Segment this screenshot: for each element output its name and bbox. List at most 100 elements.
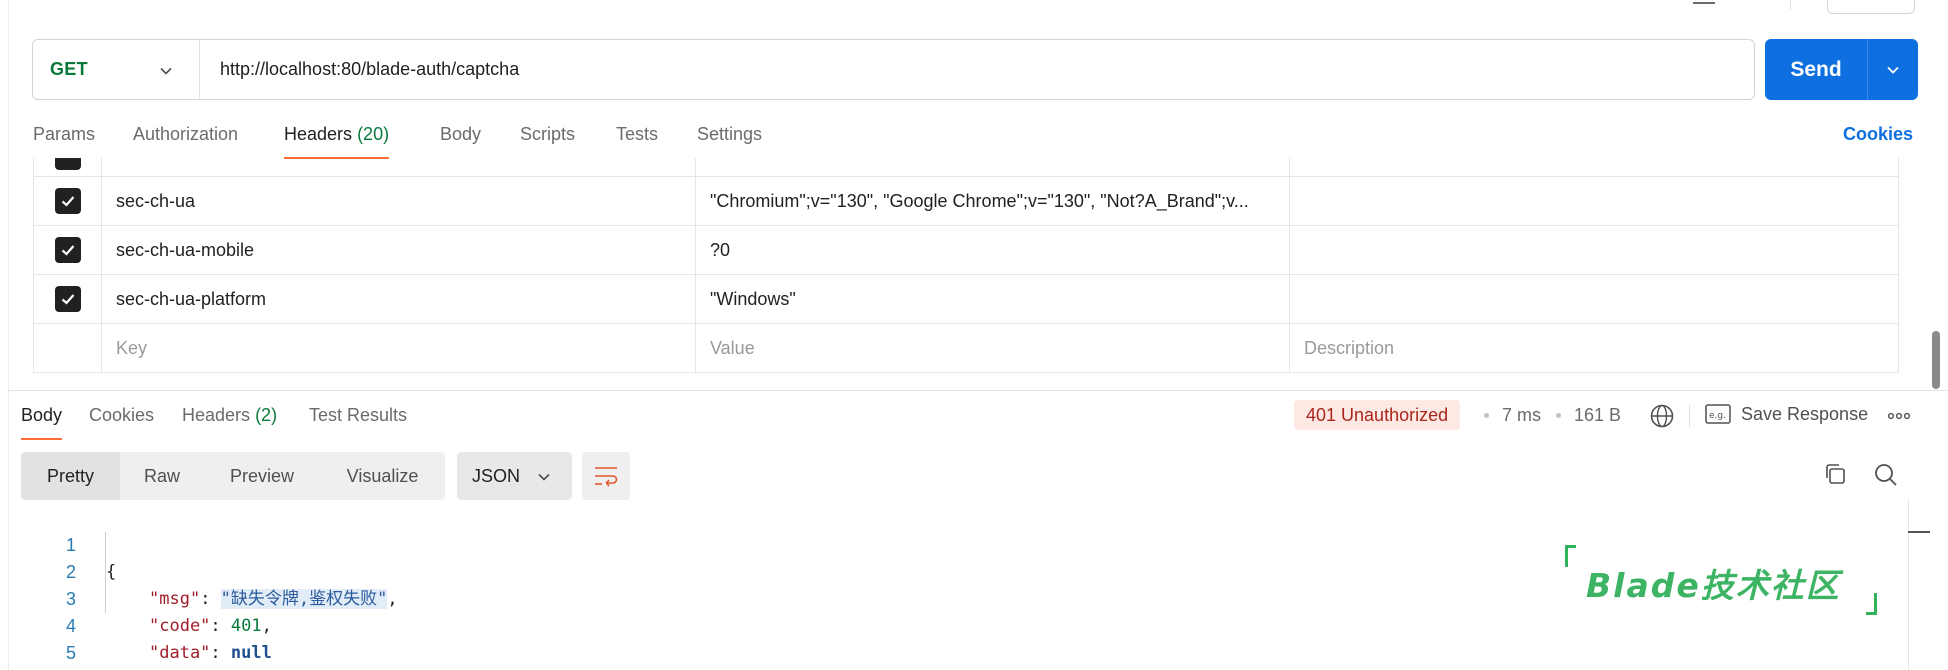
resp-tab-headers[interactable]: Headers (2) xyxy=(182,405,277,426)
editor-scrollbar-track[interactable] xyxy=(1908,500,1909,670)
new-key-input[interactable]: Key xyxy=(102,324,696,372)
header-description[interactable] xyxy=(1290,177,1898,225)
header-description[interactable] xyxy=(1290,226,1898,274)
raw-button[interactable]: Raw xyxy=(120,452,204,500)
description-cell[interactable] xyxy=(1290,158,1898,176)
panel-left-border xyxy=(8,0,9,670)
resp-tab-body[interactable]: Body xyxy=(21,405,63,440)
watermark-text: Blade技术社区 xyxy=(1586,566,1841,605)
table-row: sec-ch-ua-mobile ?0 xyxy=(33,226,1899,275)
response-time[interactable]: 7 ms xyxy=(1502,405,1541,426)
json-null-value: null xyxy=(230,643,272,663)
chevron-down-icon xyxy=(160,67,172,75)
meta-separator-dot xyxy=(1556,413,1561,418)
tab-params[interactable]: Params xyxy=(33,124,95,145)
resp-tab-headers-label: Headers xyxy=(182,405,251,425)
header-key[interactable]: sec-ch-ua-mobile xyxy=(102,226,696,274)
globe-icon[interactable] xyxy=(1649,403,1675,429)
code-text: "data": null xyxy=(149,640,272,667)
visualize-button[interactable]: Visualize xyxy=(320,452,445,500)
more-horizontal-icon[interactable] xyxy=(1887,405,1911,427)
response-tabs: Body Cookies Headers (2) Test Results xyxy=(21,405,521,441)
active-tab-indicator xyxy=(21,438,63,440)
top-toolbar-cutoff xyxy=(0,0,1948,14)
save-response-button[interactable]: e.g. Save Response xyxy=(1705,403,1868,425)
url-input[interactable]: http://localhost:80/blade-auth/captcha xyxy=(200,59,519,80)
tab-scripts[interactable]: Scripts xyxy=(520,124,575,145)
send-options-button[interactable] xyxy=(1868,39,1918,100)
toolbar-icon-cutoff[interactable] xyxy=(1693,0,1715,4)
checkbox[interactable] xyxy=(54,286,81,312)
request-tabs: Params Authorization Headers (20) Body S… xyxy=(33,124,1923,160)
format-toggle-group: Pretty Raw Preview Visualize xyxy=(21,452,445,500)
json-key: "data" xyxy=(149,643,211,663)
cookies-link[interactable]: Cookies xyxy=(1843,124,1913,145)
json-colon: : xyxy=(210,643,231,663)
response-size[interactable]: 161 B xyxy=(1574,405,1621,426)
send-button[interactable]: Send xyxy=(1765,39,1867,100)
table-row: sec-ch-ua "Chromium";v="130", "Google Ch… xyxy=(33,177,1899,226)
wrap-lines-button[interactable] xyxy=(582,452,630,500)
line-number: 5 xyxy=(65,643,76,663)
preview-button[interactable]: Preview xyxy=(204,452,320,500)
save-response-label: Save Response xyxy=(1741,403,1869,424)
checkbox-cell xyxy=(34,275,102,323)
header-value[interactable]: ?0 xyxy=(696,226,1290,274)
new-value-input[interactable]: Value xyxy=(696,324,1290,372)
toolbar-button-cutoff[interactable] xyxy=(1827,0,1915,14)
status-badge[interactable]: 401 Unauthorized xyxy=(1294,400,1461,430)
svg-text:e.g.: e.g. xyxy=(1709,411,1726,421)
tab-headers-label: Headers xyxy=(284,124,353,144)
language-select[interactable]: JSON xyxy=(457,452,572,500)
tab-settings[interactable]: Settings xyxy=(697,124,762,145)
resp-tab-headers-count: (2) xyxy=(255,405,278,425)
method-select[interactable]: GET xyxy=(33,40,200,99)
checkbox[interactable] xyxy=(54,237,81,263)
checkbox[interactable] xyxy=(54,188,81,214)
header-value[interactable]: "Chromium";v="130", "Google Chrome";v="1… xyxy=(696,177,1290,225)
send-button-group: Send xyxy=(1765,39,1918,100)
header-key[interactable]: sec-ch-ua xyxy=(102,177,696,225)
watermark-logo: Blade技术社区 xyxy=(1565,545,1877,615)
checkbox[interactable] xyxy=(55,158,81,170)
chevron-down-icon xyxy=(1887,66,1899,74)
checkbox-cell xyxy=(34,324,102,372)
meta-separator-dot xyxy=(1484,413,1489,418)
value-cell[interactable] xyxy=(696,158,1290,176)
tab-headers[interactable]: Headers (20) xyxy=(284,124,390,159)
code-line: 5 } xyxy=(40,613,1900,663)
tab-body[interactable]: Body xyxy=(440,124,481,145)
resp-tab-body-label: Body xyxy=(21,405,63,425)
watermark-corner xyxy=(1565,545,1576,567)
headers-table: sec-ch-ua "Chromium";v="130", "Google Ch… xyxy=(33,158,1899,373)
pretty-button[interactable]: Pretty xyxy=(21,452,120,500)
tab-tests[interactable]: Tests xyxy=(616,124,658,145)
editor-scroll-marker xyxy=(1908,531,1930,533)
scrollbar-thumb[interactable] xyxy=(1932,331,1940,389)
method-label: GET xyxy=(50,59,88,79)
code-line: 1 { xyxy=(40,505,1900,582)
copy-icon[interactable] xyxy=(1823,462,1847,486)
table-row: sec-ch-ua-platform "Windows" xyxy=(33,275,1899,324)
checkbox-cell xyxy=(34,177,102,225)
toolbar-separator xyxy=(1790,0,1791,10)
resp-tab-test-results[interactable]: Test Results xyxy=(309,405,407,426)
header-key[interactable]: sec-ch-ua-platform xyxy=(102,275,696,323)
request-url-bar: GET http://localhost:80/blade-auth/captc… xyxy=(32,39,1755,100)
pane-divider[interactable] xyxy=(8,390,1948,391)
search-icon[interactable] xyxy=(1873,462,1899,488)
header-value[interactable]: "Windows" xyxy=(696,275,1290,323)
check-icon xyxy=(61,294,74,305)
new-description-input[interactable]: Description xyxy=(1290,324,1898,372)
watermark-corner xyxy=(1866,593,1877,615)
check-icon xyxy=(61,196,74,207)
checkbox-cell xyxy=(34,158,102,176)
example-icon: e.g. xyxy=(1705,404,1731,424)
check-icon xyxy=(61,245,74,256)
header-description[interactable] xyxy=(1290,275,1898,323)
table-row-new: Key Value Description xyxy=(33,324,1899,373)
wrap-lines-icon xyxy=(595,467,618,487)
resp-tab-cookies[interactable]: Cookies xyxy=(89,405,154,426)
tab-authorization[interactable]: Authorization xyxy=(133,124,238,145)
key-cell[interactable] xyxy=(102,158,696,176)
